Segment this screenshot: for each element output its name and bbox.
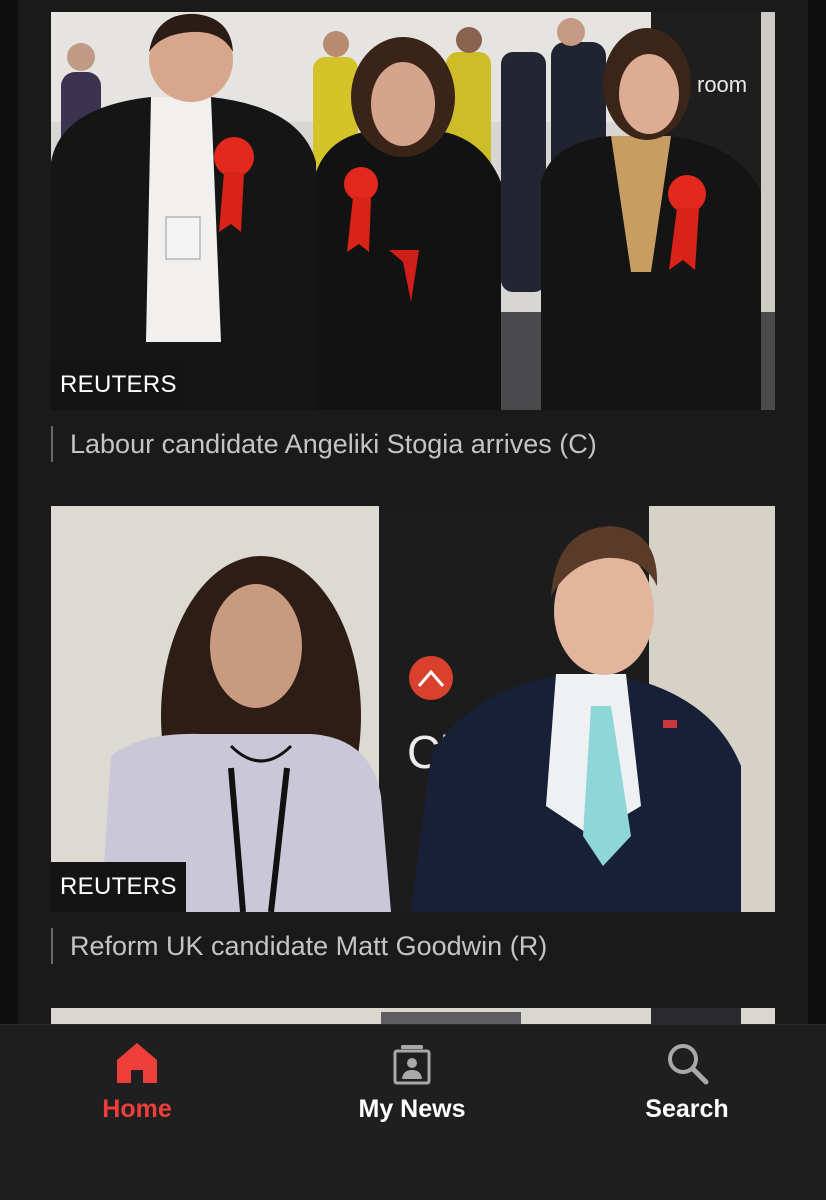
search-icon <box>668 1044 709 1085</box>
nav-item-my-news[interactable]: My News <box>312 1025 512 1155</box>
svg-text:room: room <box>697 72 747 97</box>
bottom-navigation-bar: Home My News Search <box>0 1024 826 1200</box>
home-icon <box>117 1043 157 1083</box>
photo-card-2: Cl REUTERS Reform UK candidate Matt Good… <box>51 506 775 964</box>
photo-labour-candidates: room REUTERS <box>51 12 775 410</box>
photo-caption: Reform UK candidate Matt Goodwin (R) <box>51 928 547 964</box>
photo-caption: Labour candidate Angeliki Stogia arrives… <box>51 426 597 462</box>
photo-reform-candidate: Cl REUTERS <box>51 506 775 912</box>
my-news-icon <box>393 1045 431 1085</box>
page: room REUTERS Labour candidate Angeliki S… <box>0 0 826 1200</box>
nav-label-my-news: My News <box>358 1095 466 1123</box>
nav-item-home[interactable]: Home <box>37 1025 237 1155</box>
photo-illustration-1: room <box>51 12 775 410</box>
photo-credit-badge: REUTERS <box>51 862 186 912</box>
nav-label-search: Search <box>645 1095 729 1123</box>
photo-illustration-2: Cl <box>51 506 775 912</box>
nav-item-search[interactable]: Search <box>587 1025 787 1155</box>
photo-credit-badge: REUTERS <box>51 360 186 410</box>
nav-label-home: Home <box>102 1095 172 1123</box>
photo-card-1: room REUTERS Labour candidate Angeliki S… <box>51 12 775 462</box>
